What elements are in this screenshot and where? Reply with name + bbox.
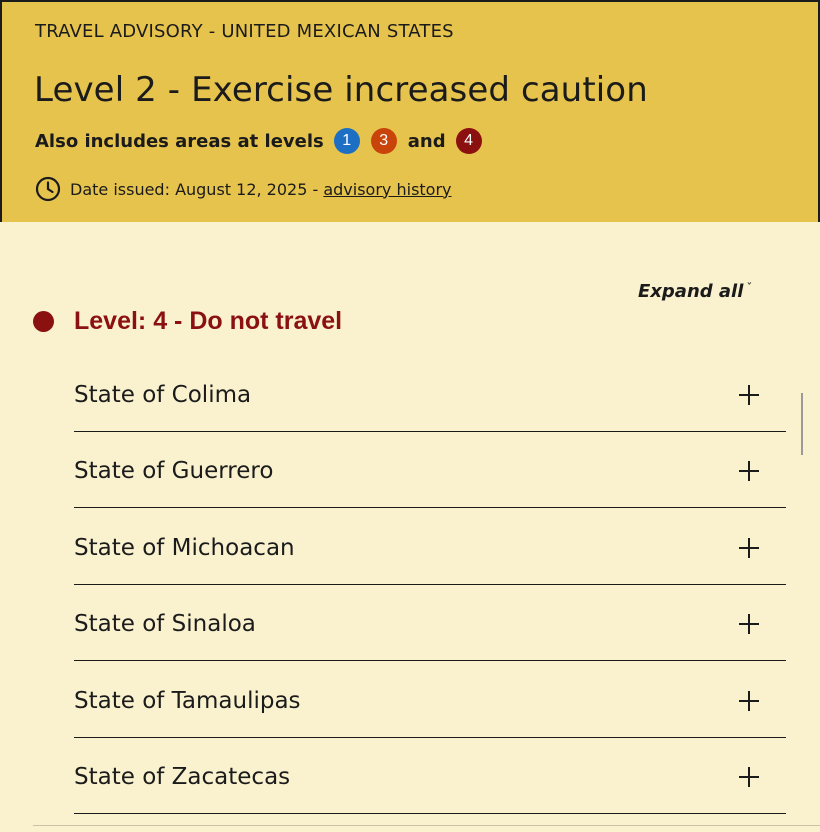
plus-icon[interactable] xyxy=(739,461,759,482)
level-4-heading: Level: 4 - Do not travel xyxy=(33,306,342,336)
clock-icon xyxy=(35,176,61,202)
header-top-border xyxy=(2,0,820,2)
advisory-title: Level 2 - Exercise increased caution xyxy=(34,70,648,110)
chevron-down-icon: ˇ xyxy=(746,281,753,295)
plus-icon[interactable] xyxy=(739,614,759,635)
level-3-badge: 3 xyxy=(370,128,397,154)
advisory-kicker: TRAVEL ADVISORY - UNITED MEXICAN STATES xyxy=(35,21,454,42)
date-issued-text: Date issued: August 12, 2025 - xyxy=(70,179,324,199)
level-4-label: Level: 4 - Do not travel xyxy=(74,306,343,335)
accordion-item-colima[interactable]: State of Colima xyxy=(74,355,786,432)
and-label: and xyxy=(407,130,446,152)
plus-icon[interactable] xyxy=(739,767,759,788)
level-1-badge: 1 xyxy=(333,128,360,154)
level-4-dot-icon xyxy=(33,310,54,332)
state-name: State of Guerrero xyxy=(74,458,274,485)
plus-icon[interactable] xyxy=(739,537,759,558)
plus-icon[interactable] xyxy=(739,690,759,711)
advisory-header: TRAVEL ADVISORY - UNITED MEXICAN STATES … xyxy=(0,0,820,222)
state-name: State of Colima xyxy=(74,381,252,408)
level-4-badge: 4 xyxy=(455,128,482,154)
also-includes-levels: Also includes areas at levels 1 3 and 4 xyxy=(35,128,482,154)
plus-icon[interactable] xyxy=(739,384,759,405)
state-name: State of Tamaulipas xyxy=(74,687,301,714)
state-name: State of Zacatecas xyxy=(74,764,291,791)
accordion-item-zacatecas[interactable]: State of Zacatecas xyxy=(74,738,786,814)
expand-all-label: Expand all xyxy=(638,281,744,302)
state-name: State of Sinaloa xyxy=(74,611,256,638)
accordion-item-michoacan[interactable]: State of Michoacan xyxy=(74,508,786,585)
also-includes-label: Also includes areas at levels xyxy=(35,130,324,152)
accordion-item-guerrero[interactable]: State of Guerrero xyxy=(74,432,786,508)
date-issued: Date issued: August 12, 2025 - advisory … xyxy=(35,176,452,202)
expand-all-button[interactable]: Expand all ˇ xyxy=(638,281,752,302)
scrollbar[interactable] xyxy=(801,393,803,455)
accordion-item-sinaloa[interactable]: State of Sinaloa xyxy=(74,585,786,661)
advisory-history-link[interactable]: advisory history xyxy=(323,180,451,199)
accordion-item-tamaulipas[interactable]: State of Tamaulipas xyxy=(74,661,786,738)
state-accordion-list: State of Colima State of Guerrero State … xyxy=(74,355,786,814)
state-name: State of Michoacan xyxy=(74,534,295,561)
section-divider xyxy=(33,825,820,826)
